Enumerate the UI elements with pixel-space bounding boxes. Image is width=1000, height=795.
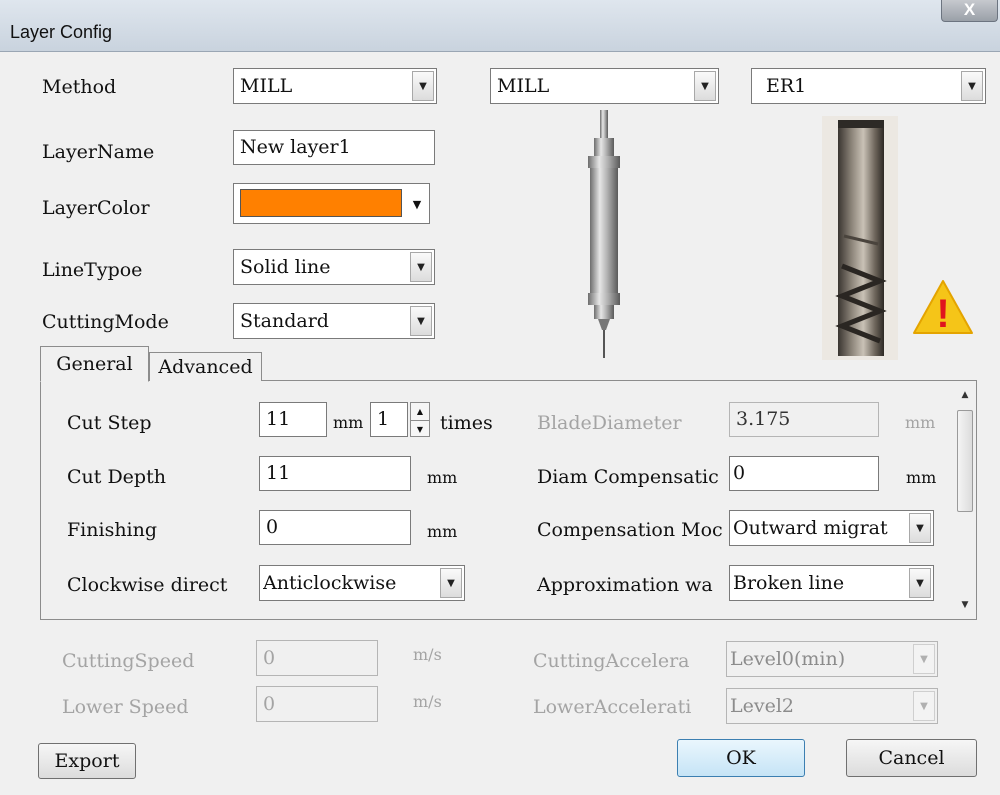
warning-mark: ! — [936, 292, 949, 336]
times-label: times — [440, 412, 493, 434]
lower-speed-input: 0 — [256, 686, 378, 722]
layer-name-input[interactable]: New layer1 — [233, 130, 435, 165]
chevron-down-icon: ▼ — [909, 513, 931, 543]
cut-depth-label: Cut Depth — [67, 466, 166, 488]
approximation-value: Broken line — [733, 572, 845, 594]
method-combo-3[interactable]: ER1 ▼ — [751, 68, 986, 104]
clockwise-combo[interactable]: Anticlockwise ▼ — [259, 565, 465, 601]
vertical-scrollbar[interactable]: ▲ ▼ — [955, 384, 975, 616]
tab-advanced[interactable]: Advanced — [149, 352, 262, 381]
diam-compensation-input[interactable]: 0 — [729, 456, 879, 491]
chevron-down-icon: ▼ — [410, 252, 432, 282]
method-combo-2-value: MILL — [497, 75, 550, 97]
cutting-acceleration-label: CuttingAccelera — [533, 650, 690, 672]
tab-general[interactable]: General — [40, 346, 149, 382]
blade-diameter-unit: mm — [905, 413, 936, 432]
clockwise-label: Clockwise direct — [67, 574, 228, 596]
scroll-down-icon[interactable]: ▼ — [955, 594, 975, 616]
spin-down-icon[interactable]: ▼ — [411, 421, 429, 437]
spindle-image — [588, 110, 620, 358]
cut-step-label: Cut Step — [67, 412, 152, 434]
times-spinner[interactable]: ▲ ▼ — [410, 402, 430, 437]
chevron-down-icon: ▼ — [410, 306, 432, 336]
method-combo-1-value: MILL — [240, 75, 293, 97]
tool-image — [822, 116, 898, 360]
diam-compensation-label: Diam Compensatic — [537, 466, 719, 488]
cutting-mode-label: CuttingMode — [42, 311, 169, 333]
finishing-label: Finishing — [67, 519, 158, 541]
chevron-down-icon: ▼ — [913, 691, 935, 721]
window-title: Layer Config — [10, 22, 113, 42]
title-bar — [0, 0, 1000, 52]
line-type-value: Solid line — [240, 256, 331, 278]
chevron-down-icon: ▼ — [412, 71, 434, 101]
tab-general-label: General — [56, 353, 133, 375]
chevron-down-icon: ▼ — [694, 71, 716, 101]
approximation-combo[interactable]: Broken line ▼ — [729, 565, 934, 601]
method-combo-2[interactable]: MILL ▼ — [490, 68, 719, 104]
approximation-label: Approximation wa — [537, 574, 713, 596]
chevron-down-icon: ▼ — [961, 71, 983, 101]
tab-advanced-label: Advanced — [158, 356, 253, 378]
cancel-button[interactable]: Cancel — [846, 739, 977, 777]
cut-depth-input[interactable]: 11 — [259, 456, 411, 491]
ok-button[interactable]: OK — [677, 739, 805, 777]
export-button-label: Export — [54, 750, 120, 772]
cutting-mode-combo[interactable]: Standard ▼ — [233, 303, 435, 339]
close-icon: X — [963, 0, 976, 19]
cutting-acceleration-value: Level0(min) — [730, 648, 846, 670]
cut-depth-unit: mm — [427, 468, 458, 487]
method-combo-1[interactable]: MILL ▼ — [233, 68, 437, 104]
lower-acceleration-combo: Level2 ▼ — [726, 688, 938, 724]
chevron-down-icon: ▼ — [913, 644, 935, 674]
method-label: Method — [42, 76, 117, 98]
scroll-up-icon[interactable]: ▲ — [955, 384, 975, 406]
lower-acceleration-value: Level2 — [730, 695, 795, 717]
compensation-mode-label: Compensation Moc — [537, 519, 723, 541]
cut-step-unit: mm — [333, 413, 364, 432]
cutting-speed-label: CuttingSpeed — [62, 650, 195, 672]
layer-color-label: LayerColor — [42, 197, 150, 219]
method-combo-3-value: ER1 — [766, 75, 807, 97]
chevron-down-icon: ▼ — [909, 568, 931, 598]
warning-icon: ! — [913, 280, 973, 336]
compensation-mode-combo[interactable]: Outward migrat ▼ — [729, 510, 934, 546]
chevron-down-icon: ▼ — [440, 568, 462, 598]
color-swatch — [240, 189, 402, 217]
compensation-mode-value: Outward migrat — [733, 517, 888, 539]
cancel-button-label: Cancel — [878, 747, 945, 769]
chevron-down-icon: ▼ — [412, 197, 422, 211]
cutting-mode-value: Standard — [240, 310, 329, 332]
cutting-speed-unit: m/s — [413, 645, 442, 664]
blade-diameter-input: 3.175 — [729, 402, 879, 437]
times-input[interactable]: 1 — [370, 402, 408, 437]
blade-diameter-label: BladeDiameter — [537, 412, 682, 434]
cut-step-input[interactable]: 11 — [259, 402, 327, 437]
scroll-thumb[interactable] — [957, 410, 973, 512]
finishing-unit: mm — [427, 522, 458, 541]
layer-color-picker[interactable]: ▼ — [233, 183, 430, 224]
diam-compensation-unit: mm — [906, 468, 937, 487]
spin-up-icon[interactable]: ▲ — [411, 403, 429, 421]
ok-button-label: OK — [726, 747, 756, 769]
line-type-label: LineTypoe — [42, 259, 143, 281]
lower-speed-unit: m/s — [413, 692, 442, 711]
cutting-acceleration-combo: Level0(min) ▼ — [726, 641, 938, 677]
cutting-speed-input: 0 — [256, 640, 378, 676]
finishing-input[interactable]: 0 — [259, 510, 411, 545]
line-type-combo[interactable]: Solid line ▼ — [233, 249, 435, 285]
lower-acceleration-label: LowerAccelerati — [533, 696, 692, 718]
clockwise-value: Anticlockwise — [263, 572, 397, 594]
export-button[interactable]: Export — [38, 743, 136, 779]
lower-speed-label: Lower Speed — [62, 696, 189, 718]
layer-name-label: LayerName — [42, 141, 155, 163]
close-button[interactable]: X — [941, 0, 998, 22]
